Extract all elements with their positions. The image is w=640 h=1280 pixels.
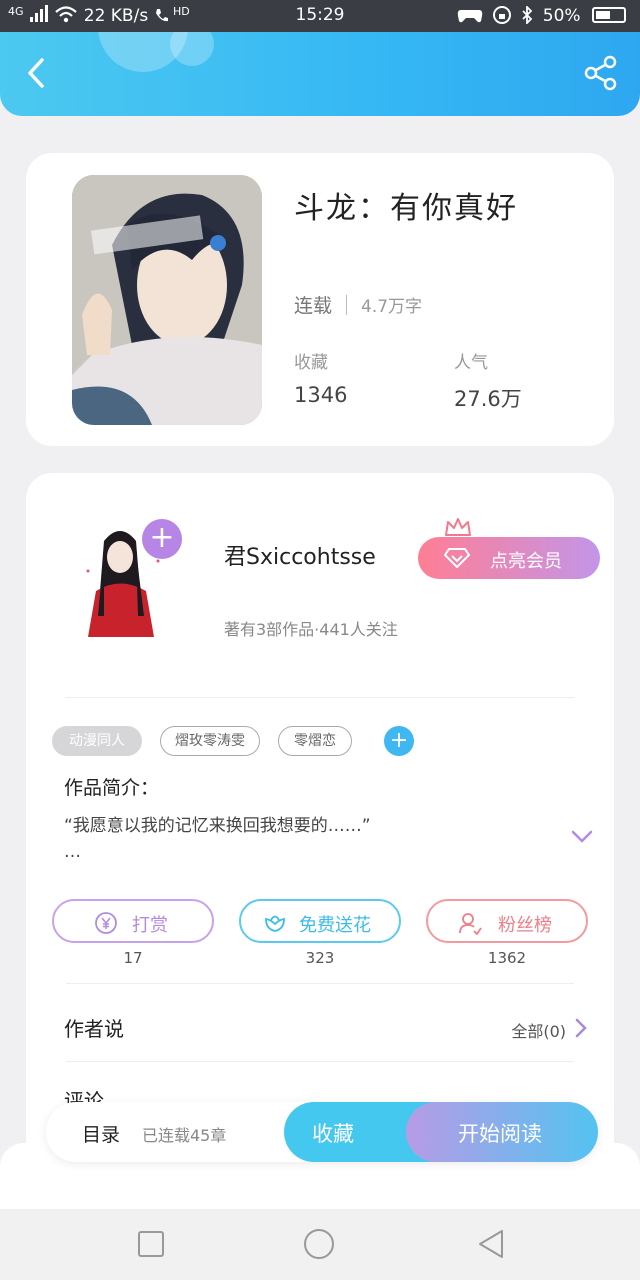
popularity-label: 人气 xyxy=(454,353,488,373)
divider xyxy=(66,697,574,698)
toc-button[interactable]: 目录 xyxy=(82,1120,120,1147)
follow-author-button[interactable]: + xyxy=(142,519,182,559)
popularity-stat: 人气 27.6万 xyxy=(454,348,522,413)
fans-count: 1362 xyxy=(487,949,527,967)
book-cover[interactable] xyxy=(72,175,262,425)
author-says-label[interactable]: 作者说 xyxy=(64,1013,124,1042)
status-right: 50% xyxy=(457,4,626,26)
start-reading-label: 开始阅读 xyxy=(458,1122,542,1146)
send-flower-button[interactable]: 免费送花 xyxy=(239,899,401,943)
decor-bubble-small xyxy=(170,32,214,66)
tag-item[interactable]: 熠玫零涛雯 xyxy=(160,726,260,756)
user-rank-icon xyxy=(459,913,482,935)
flower-icon xyxy=(265,915,285,932)
collect-stat: 收藏 1346 xyxy=(294,348,347,407)
yen-coin-icon xyxy=(95,912,117,934)
bottom-action-bar: 目录 已连载45章 收藏 开始阅读 xyxy=(46,1102,598,1162)
bluetooth-icon xyxy=(522,4,533,26)
battery-icon xyxy=(592,7,626,23)
share-icon[interactable] xyxy=(582,54,620,92)
cover-illustration xyxy=(72,175,262,425)
serial-status: 连载 xyxy=(294,295,333,317)
vip-button[interactable]: 点亮会员 xyxy=(418,537,600,579)
flower-count: 323 xyxy=(305,949,335,967)
reward-count: 17 xyxy=(123,949,143,967)
gamepad-icon xyxy=(457,10,482,23)
author-name[interactable]: 君Sxiccohtsse xyxy=(224,539,376,571)
diamond-icon xyxy=(444,548,470,568)
intro-body: “我愿意以我的记忆来换回我想要的……” xyxy=(64,816,371,836)
author-says-all[interactable]: 全部(0) xyxy=(511,1018,566,1042)
intro-label: 作品简介： xyxy=(64,777,160,799)
send-flower-label: 免费送花 xyxy=(299,915,371,936)
crown-icon xyxy=(445,518,471,536)
recent-apps-icon[interactable] xyxy=(134,1227,168,1261)
popularity-value: 27.6万 xyxy=(454,387,522,411)
home-icon[interactable] xyxy=(302,1227,336,1261)
back-icon[interactable] xyxy=(22,56,56,90)
vip-button-label: 点亮会员 xyxy=(490,551,562,572)
intro-ellipsis: … xyxy=(64,842,81,862)
tag-item[interactable]: 零熠恋 xyxy=(278,726,352,756)
collect-value: 1346 xyxy=(294,383,348,407)
lock-rotation-icon xyxy=(492,6,511,24)
system-nav-bar xyxy=(0,1209,640,1280)
back-nav-icon[interactable] xyxy=(474,1227,508,1261)
chevron-right-icon[interactable] xyxy=(574,1018,588,1038)
book-status-row: 连载 4.7万字 xyxy=(294,291,422,318)
author-summary: 著有3部作品·441人关注 xyxy=(224,620,398,639)
fans-rank-button[interactable]: 粉丝榜 xyxy=(426,899,588,943)
reward-button[interactable]: 打赏 xyxy=(52,899,214,943)
start-reading-button[interactable]: 开始阅读 xyxy=(406,1102,598,1162)
collect-button-label: 收藏 xyxy=(312,1122,354,1146)
book-title: 斗龙：有你真好 xyxy=(294,191,518,226)
word-count: 4.7万字 xyxy=(361,297,423,317)
book-info-card: 斗龙：有你真好 连载 4.7万字 收藏 1346 人气 27.6万 xyxy=(26,153,614,446)
divider xyxy=(346,295,348,315)
status-bar: 4G 22 KB/s HD 15:29 50% xyxy=(0,0,640,32)
fans-rank-label: 粉丝榜 xyxy=(498,915,552,936)
intro-text: “我愿意以我的记忆来换回我想要的……” … xyxy=(64,813,504,865)
reward-label: 打赏 xyxy=(132,915,168,936)
chevron-down-icon[interactable] xyxy=(570,829,594,845)
divider xyxy=(66,983,574,984)
add-tag-button[interactable]: + xyxy=(384,726,414,756)
tag-item[interactable]: 动漫同人 xyxy=(52,726,142,756)
collect-label: 收藏 xyxy=(294,353,328,373)
serial-chapters: 已连载45章 xyxy=(142,1126,227,1145)
top-bar xyxy=(0,32,640,116)
battery-percent: 50% xyxy=(542,6,581,26)
divider xyxy=(66,1061,574,1062)
